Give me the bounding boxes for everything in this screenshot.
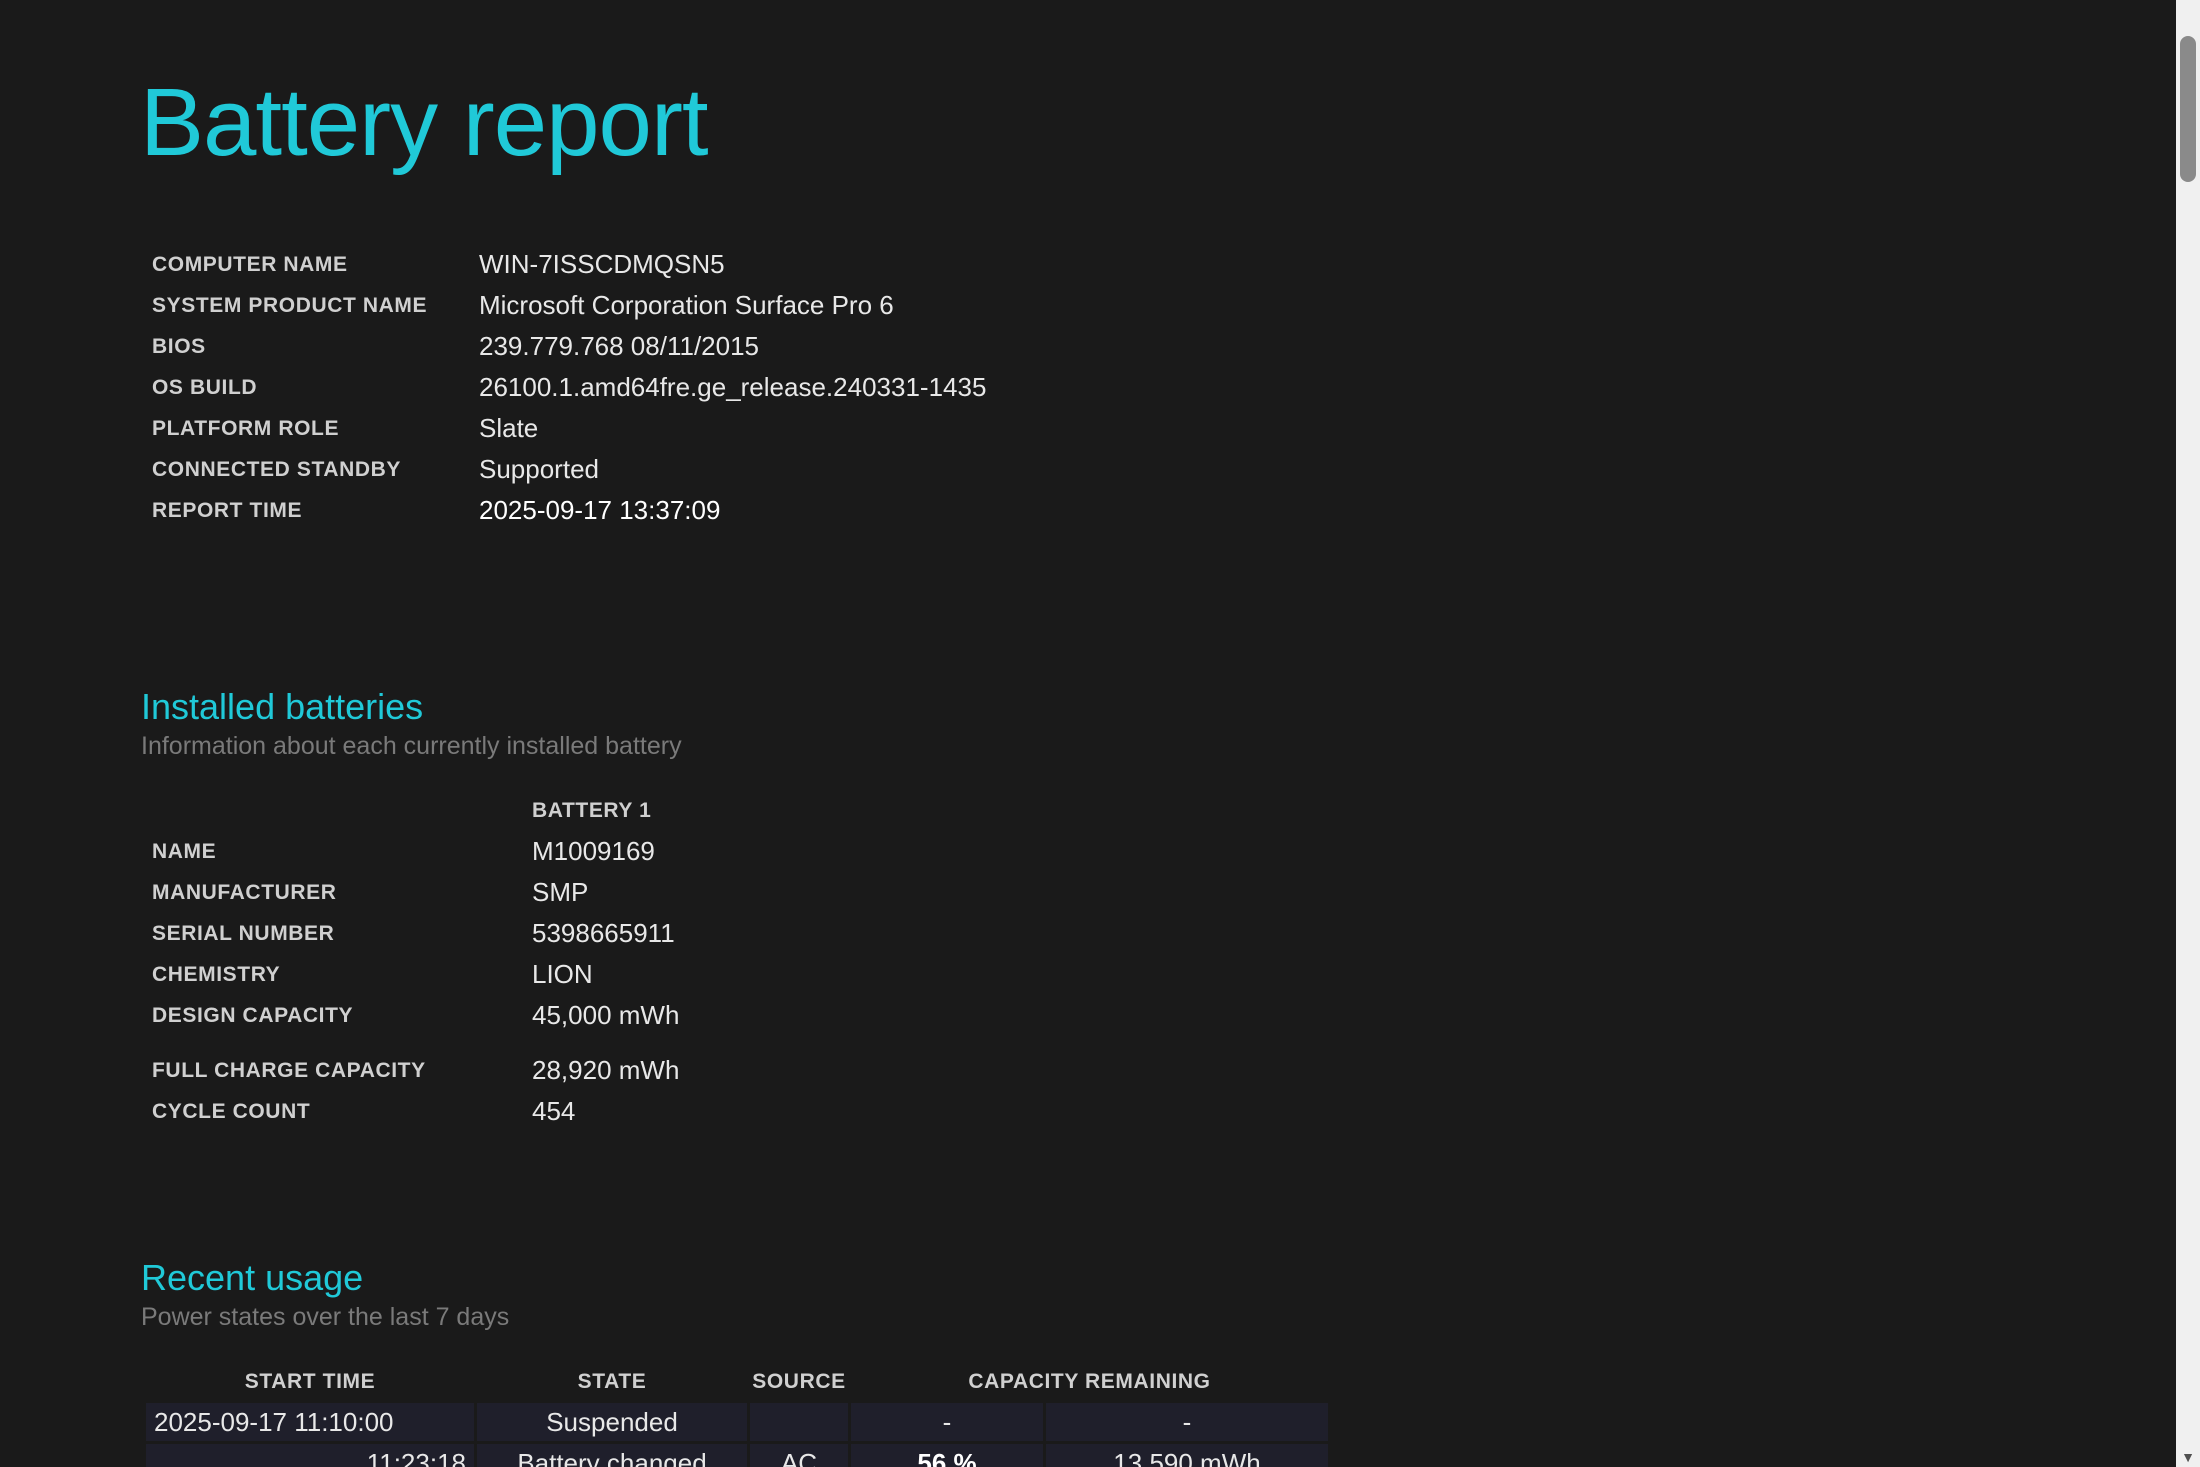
system-info-row: CONNECTED STANDBY Supported (140, 449, 986, 490)
report-time-value: 2025-09-17 13:37:09 (479, 495, 721, 525)
battery-key: CYCLE COUNT (152, 1099, 311, 1123)
system-info-value: 26100.1.amd64fre.ge_release.240331-1435 (479, 372, 987, 402)
system-info-table: COMPUTER NAME WIN-7ISSCDMQSN5 SYSTEM PRO… (140, 244, 986, 531)
battery-row: DESIGN CAPACITY 45,000 mWh (140, 995, 679, 1036)
battery-column-header: BATTERY 1 (532, 798, 652, 822)
system-info-value: Supported (479, 454, 599, 484)
battery-row: CHEMISTRY LION (140, 954, 679, 995)
usage-source: AC (750, 1444, 848, 1467)
system-info-row: PLATFORM ROLE Slate (140, 408, 986, 449)
system-info-row: REPORT TIME 2025-09-17 13:37:09 (140, 490, 986, 531)
battery-key: MANUFACTURER (152, 880, 337, 904)
battery-value: M1009169 (532, 836, 655, 866)
source-header: SOURCE (752, 1370, 846, 1393)
installed-batteries-heading: Installed batteries (141, 686, 424, 727)
battery-value: SMP (532, 877, 589, 907)
usage-state: Suspended (477, 1403, 747, 1441)
recent-usage-table: START TIME STATE SOURCE CAPACITY REMAINI… (143, 1361, 1331, 1467)
usage-mwh: - (1046, 1403, 1328, 1441)
usage-row: 11:23:18 Battery changed AC 56 % 13,590 … (146, 1444, 1328, 1467)
system-info-row: OS BUILD 26100.1.amd64fre.ge_release.240… (140, 367, 986, 408)
battery-key: FULL CHARGE CAPACITY (152, 1058, 426, 1082)
battery-key: SERIAL NUMBER (152, 921, 335, 945)
battery-value: 454 (532, 1096, 576, 1126)
battery-row: CYCLE COUNT 454 (140, 1091, 679, 1132)
battery-value: 5398665911 (532, 918, 675, 948)
system-info-key: REPORT TIME (152, 498, 303, 522)
usage-mwh: 13,590 mWh (1046, 1444, 1328, 1467)
battery-row: FULL CHARGE CAPACITY 28,920 mWh (140, 1050, 679, 1091)
usage-state: Battery changed (477, 1444, 747, 1467)
usage-row: 2025-09-17 11:10:00 Suspended - - (146, 1403, 1328, 1441)
battery-key: DESIGN CAPACITY (152, 1003, 354, 1027)
system-info-value: Slate (479, 413, 539, 443)
battery-row: MANUFACTURER SMP (140, 872, 679, 913)
system-info-key: PLATFORM ROLE (152, 416, 340, 440)
system-info-key: COMPUTER NAME (152, 252, 348, 276)
start-time-header: START TIME (244, 1370, 376, 1393)
usage-source (750, 1403, 848, 1441)
battery-report-page: Battery report COMPUTER NAME WIN-7ISSCDM… (0, 0, 2176, 1467)
system-info-key: CONNECTED STANDBY (152, 457, 401, 481)
usage-percent: - (851, 1403, 1043, 1441)
scroll-down-arrow-icon[interactable]: ▼ (2176, 1447, 2200, 1467)
system-info-row: SYSTEM PRODUCT NAME Microsoft Corporatio… (140, 285, 986, 326)
battery-value: 28,920 mWh (532, 1055, 680, 1085)
scrollbar-thumb[interactable] (2180, 36, 2196, 182)
battery-key: NAME (152, 839, 217, 863)
system-info-row: BIOS 239.779.768 08/11/2015 (140, 326, 986, 367)
recent-usage-heading: Recent usage (141, 1257, 364, 1298)
vertical-scrollbar[interactable]: ▲ ▼ (2176, 0, 2200, 1467)
recent-usage-subtitle: Power states over the last 7 days (141, 1303, 510, 1331)
battery-row: SERIAL NUMBER 5398665911 (140, 913, 679, 954)
usage-header-row: START TIME STATE SOURCE CAPACITY REMAINI… (146, 1364, 1328, 1400)
installed-batteries-subtitle: Information about each currently install… (141, 732, 682, 760)
battery-row: NAME M1009169 (140, 831, 679, 872)
usage-start-time: 2025-09-17 11:10:00 (146, 1403, 474, 1441)
installed-batteries-table: BATTERY 1 NAME M1009169 MANUFACTURER SMP… (140, 790, 679, 1132)
system-info-key: BIOS (152, 334, 206, 358)
battery-header-row: BATTERY 1 (140, 790, 679, 831)
system-info-value: WIN-7ISSCDMQSN5 (479, 249, 725, 279)
state-header: STATE (577, 1370, 647, 1393)
system-info-value: Microsoft Corporation Surface Pro 6 (479, 290, 894, 320)
system-info-row: COMPUTER NAME WIN-7ISSCDMQSN5 (140, 244, 986, 285)
page-title: Battery report (140, 69, 709, 176)
system-info-key: OS BUILD (152, 375, 258, 399)
system-info-key: SYSTEM PRODUCT NAME (152, 293, 428, 317)
battery-value: 45,000 mWh (532, 1000, 680, 1030)
battery-value: LION (532, 959, 593, 989)
usage-start-time: 11:23:18 (146, 1444, 474, 1467)
capacity-remaining-header: CAPACITY REMAINING (968, 1370, 1211, 1393)
usage-percent: 56 % (851, 1444, 1043, 1467)
system-info-value: 239.779.768 08/11/2015 (479, 331, 760, 361)
battery-key: CHEMISTRY (152, 962, 281, 986)
